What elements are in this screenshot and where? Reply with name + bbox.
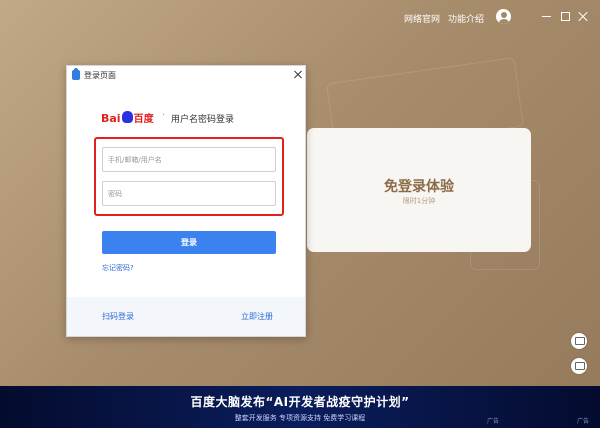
ad-label: 广告 (577, 418, 590, 425)
guest-experience-title: 免登录体验 (384, 179, 454, 195)
guest-experience-subtitle: 限时1分钟 (402, 197, 436, 205)
chat-icon[interactable] (571, 358, 587, 374)
ad-label: 广告 (487, 418, 500, 425)
username-input[interactable] (102, 147, 276, 172)
register-link[interactable]: 立即注册 (241, 311, 273, 322)
login-dialog: 登录页面 Bai 百度 · 用户名密码登录 登录 忘记密码? 扫码登录 立即注册 (66, 65, 306, 337)
feature-intro-link[interactable]: 功能介绍 (448, 12, 484, 25)
dialog-close-icon[interactable] (293, 69, 303, 79)
forgot-password-link[interactable]: 忘记密码? (102, 263, 134, 273)
logo-cn: 百度 (133, 114, 154, 125)
baidu-paw-icon (121, 111, 133, 123)
avatar-icon[interactable] (496, 9, 511, 24)
dialog-title-bar: 登录页面 (67, 66, 305, 84)
guest-experience-card[interactable]: 免登录体验 限时1分钟 (307, 128, 531, 252)
logo-latin: Bai (101, 112, 121, 125)
form-heading: 用户名密码登录 (171, 115, 235, 125)
app-window: 网络官网 功能介绍 免登录体验 限时1分钟 百度大脑发布“AI开发者战疫守护计划… (0, 0, 600, 428)
official-site-link[interactable]: 网络官网 (404, 12, 440, 25)
title-bar: 网络官网 功能介绍 (0, 0, 600, 34)
maximize-icon[interactable] (559, 10, 571, 22)
logo-separator: · (162, 110, 166, 121)
banner-title: 百度大脑发布“AI开发者战疫守护计划” (190, 395, 410, 409)
banner-subtitle: 整套开发服务 专项资源支持 免费学习课程 (234, 414, 366, 422)
login-button[interactable]: 登录 (102, 231, 276, 254)
ad-banner[interactable]: 百度大脑发布“AI开发者战疫守护计划” 整套开发服务 专项资源支持 免费学习课程… (0, 386, 600, 428)
dialog-title: 登录页面 (84, 71, 116, 80)
baidu-logo: Bai 百度 (101, 110, 154, 125)
comment-icon[interactable] (571, 333, 587, 349)
minimize-icon[interactable] (541, 10, 553, 22)
app-icon (72, 68, 80, 80)
qr-login-link[interactable]: 扫码登录 (102, 311, 134, 322)
close-icon[interactable] (577, 10, 589, 22)
password-input[interactable] (102, 181, 276, 206)
dialog-footer: 扫码登录 立即注册 (67, 297, 305, 336)
